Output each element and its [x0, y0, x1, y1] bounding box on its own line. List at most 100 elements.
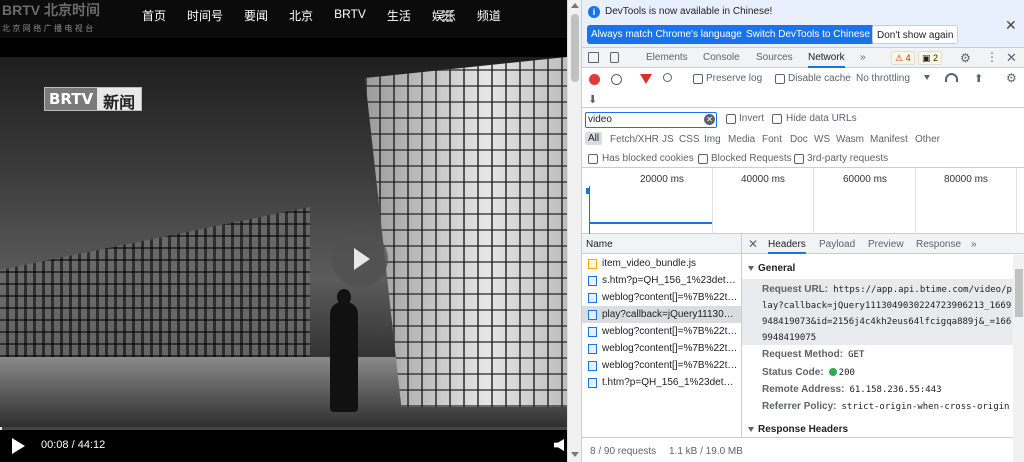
- tab-payload[interactable]: Payload: [819, 239, 855, 250]
- nav-item-news[interactable]: 要闻: [244, 7, 268, 24]
- import-har-icon[interactable]: ⬆: [974, 72, 983, 85]
- channel-badge-brand: BRTV: [45, 88, 98, 110]
- network-overview-timeline[interactable]: 20000 ms 40000 ms 60000 ms 80000 ms: [582, 168, 1024, 234]
- switch-to-chinese-button[interactable]: Switch DevTools to Chinese: [742, 25, 874, 44]
- volume-icon[interactable]: [554, 439, 564, 451]
- network-settings-gear-icon[interactable]: ⚙: [1006, 71, 1017, 85]
- request-name: weblog?content[]=%7B%22ts...: [602, 292, 738, 303]
- play-overlay-icon[interactable]: [332, 231, 388, 287]
- close-icon[interactable]: ✕: [1005, 17, 1017, 34]
- nav-item-life[interactable]: 生活: [387, 7, 411, 24]
- more-tabs-icon[interactable]: »: [860, 52, 866, 63]
- preserve-log-checkbox[interactable]: [693, 74, 703, 84]
- type-filter-img[interactable]: Img: [704, 134, 721, 145]
- tab-sources[interactable]: Sources: [756, 52, 793, 63]
- grid-menu-icon[interactable]: [442, 10, 454, 22]
- nav-item-shijianhao[interactable]: 时间号: [187, 7, 223, 24]
- request-row[interactable]: weblog?content[]=%7B%22ts...: [582, 323, 741, 340]
- issues-badge[interactable]: ▣ 2: [918, 51, 943, 65]
- type-filter-ws[interactable]: WS: [814, 134, 830, 145]
- video-progress-bar[interactable]: [0, 427, 567, 430]
- third-party-checkbox[interactable]: [794, 154, 804, 164]
- chevron-down-icon[interactable]: [924, 75, 930, 80]
- close-devtools-icon[interactable]: ✕: [1006, 50, 1017, 66]
- request-name: weblog?content[]=%7B%22ts...: [602, 326, 738, 337]
- overview-gridline: [915, 168, 916, 234]
- overview-gridline: [813, 168, 814, 234]
- site-logo[interactable]: BRTV 北京时间: [2, 0, 132, 20]
- video-frame[interactable]: BRTV 新闻: [0, 57, 567, 427]
- site-header: BRTV 北京时间 北京网络广播电视台 首页 时间号 要闻 北京 BRTV 生活…: [0, 0, 567, 38]
- scroll-down-icon[interactable]: [571, 452, 579, 457]
- type-filter-manifest[interactable]: Manifest: [870, 134, 908, 145]
- search-icon[interactable]: [663, 73, 672, 82]
- tab-response[interactable]: Response: [916, 239, 961, 250]
- type-filter-doc[interactable]: Doc: [790, 134, 808, 145]
- filter-input[interactable]: video: [585, 112, 717, 128]
- request-row[interactable]: weblog?content[]=%7B%22ts...: [582, 289, 741, 306]
- response-headers-section-header[interactable]: Response Headers: [748, 424, 848, 435]
- tab-network[interactable]: Network: [808, 52, 845, 68]
- inspect-element-icon[interactable]: [588, 52, 599, 63]
- request-row[interactable]: play?callback=jQuery1113049...: [582, 306, 741, 323]
- page-scrollbar-thumb[interactable]: [571, 14, 579, 82]
- network-conditions-icon[interactable]: [945, 73, 958, 82]
- play-icon[interactable]: [12, 438, 25, 454]
- hide-data-urls-checkbox[interactable]: [772, 114, 782, 124]
- clear-icon[interactable]: [611, 74, 622, 85]
- request-row[interactable]: s.htm?p=QH_156_1%23detail...: [582, 272, 741, 289]
- device-toolbar-icon[interactable]: [610, 52, 619, 63]
- filter-icon[interactable]: [640, 74, 652, 84]
- status-code-row: Status Code: 200: [762, 367, 855, 378]
- throttling-select[interactable]: No throttling: [856, 73, 910, 84]
- tab-console[interactable]: Console: [703, 52, 740, 63]
- tab-elements[interactable]: Elements: [646, 52, 688, 63]
- nav-item-channels[interactable]: 频道: [477, 7, 501, 24]
- type-filter-font[interactable]: Font: [762, 134, 782, 145]
- nav-item-brtv[interactable]: BRTV: [334, 7, 366, 24]
- has-blocked-cookies-checkbox[interactable]: [588, 154, 598, 164]
- type-filter-all[interactable]: All: [585, 132, 603, 145]
- warnings-badge[interactable]: ⚠ 4: [891, 51, 915, 65]
- document-file-icon: [588, 344, 597, 354]
- clear-filter-icon[interactable]: ✕: [704, 114, 715, 125]
- tab-headers[interactable]: Headers: [768, 239, 806, 254]
- nav-item-home[interactable]: 首页: [142, 7, 166, 24]
- tab-preview[interactable]: Preview: [868, 239, 904, 250]
- type-filter-media[interactable]: Media: [728, 134, 755, 145]
- request-url-label: Request URL:: [762, 284, 829, 295]
- general-section-header[interactable]: General: [748, 263, 795, 274]
- page-scrollbar[interactable]: [567, 0, 581, 462]
- name-column-header[interactable]: Name: [586, 239, 613, 250]
- dont-show-again-button[interactable]: Don't show again: [872, 25, 959, 44]
- close-details-icon[interactable]: ✕: [748, 237, 758, 251]
- request-row[interactable]: t.htm?p=QH_156_1%23detail_...: [582, 374, 741, 391]
- kebab-menu-icon[interactable]: ⋮: [986, 50, 998, 64]
- document-file-icon: [588, 276, 597, 286]
- request-row[interactable]: weblog?content[]=%7B%22ts...: [582, 357, 741, 374]
- settings-gear-icon[interactable]: ⚙: [960, 51, 971, 65]
- details-scrollbar[interactable]: [1013, 255, 1024, 462]
- request-row[interactable]: item_video_bundle.js: [582, 255, 741, 272]
- disable-cache-checkbox[interactable]: [775, 74, 785, 84]
- invert-checkbox[interactable]: [726, 114, 736, 124]
- request-url-text[interactable]: Request URL: https://app.api.btime.com/vi…: [762, 282, 1012, 346]
- request-row[interactable]: weblog?content[]=%7B%22ts...: [582, 340, 741, 357]
- export-har-icon[interactable]: ⬇: [588, 93, 597, 106]
- type-filter-fetch-xhr[interactable]: Fetch/XHR: [610, 134, 659, 145]
- details-scrollbar-thumb[interactable]: [1015, 269, 1023, 317]
- video-scene-person-head: [337, 289, 351, 305]
- referrer-policy-label: Referrer Policy:: [762, 401, 837, 412]
- nav-item-beijing[interactable]: 北京: [289, 7, 313, 24]
- overview-gridline: [712, 168, 713, 234]
- overview-tick: 60000 ms: [843, 174, 887, 185]
- type-filter-css[interactable]: CSS: [679, 134, 700, 145]
- record-icon[interactable]: [589, 74, 600, 85]
- blocked-requests-checkbox[interactable]: [698, 154, 708, 164]
- more-detail-tabs-icon[interactable]: »: [971, 239, 977, 250]
- type-filter-other[interactable]: Other: [915, 134, 940, 145]
- type-filter-js[interactable]: JS: [662, 134, 674, 145]
- always-match-language-button[interactable]: Always match Chrome's language: [587, 25, 746, 44]
- scroll-up-icon[interactable]: [571, 3, 579, 8]
- type-filter-wasm[interactable]: Wasm: [836, 134, 864, 145]
